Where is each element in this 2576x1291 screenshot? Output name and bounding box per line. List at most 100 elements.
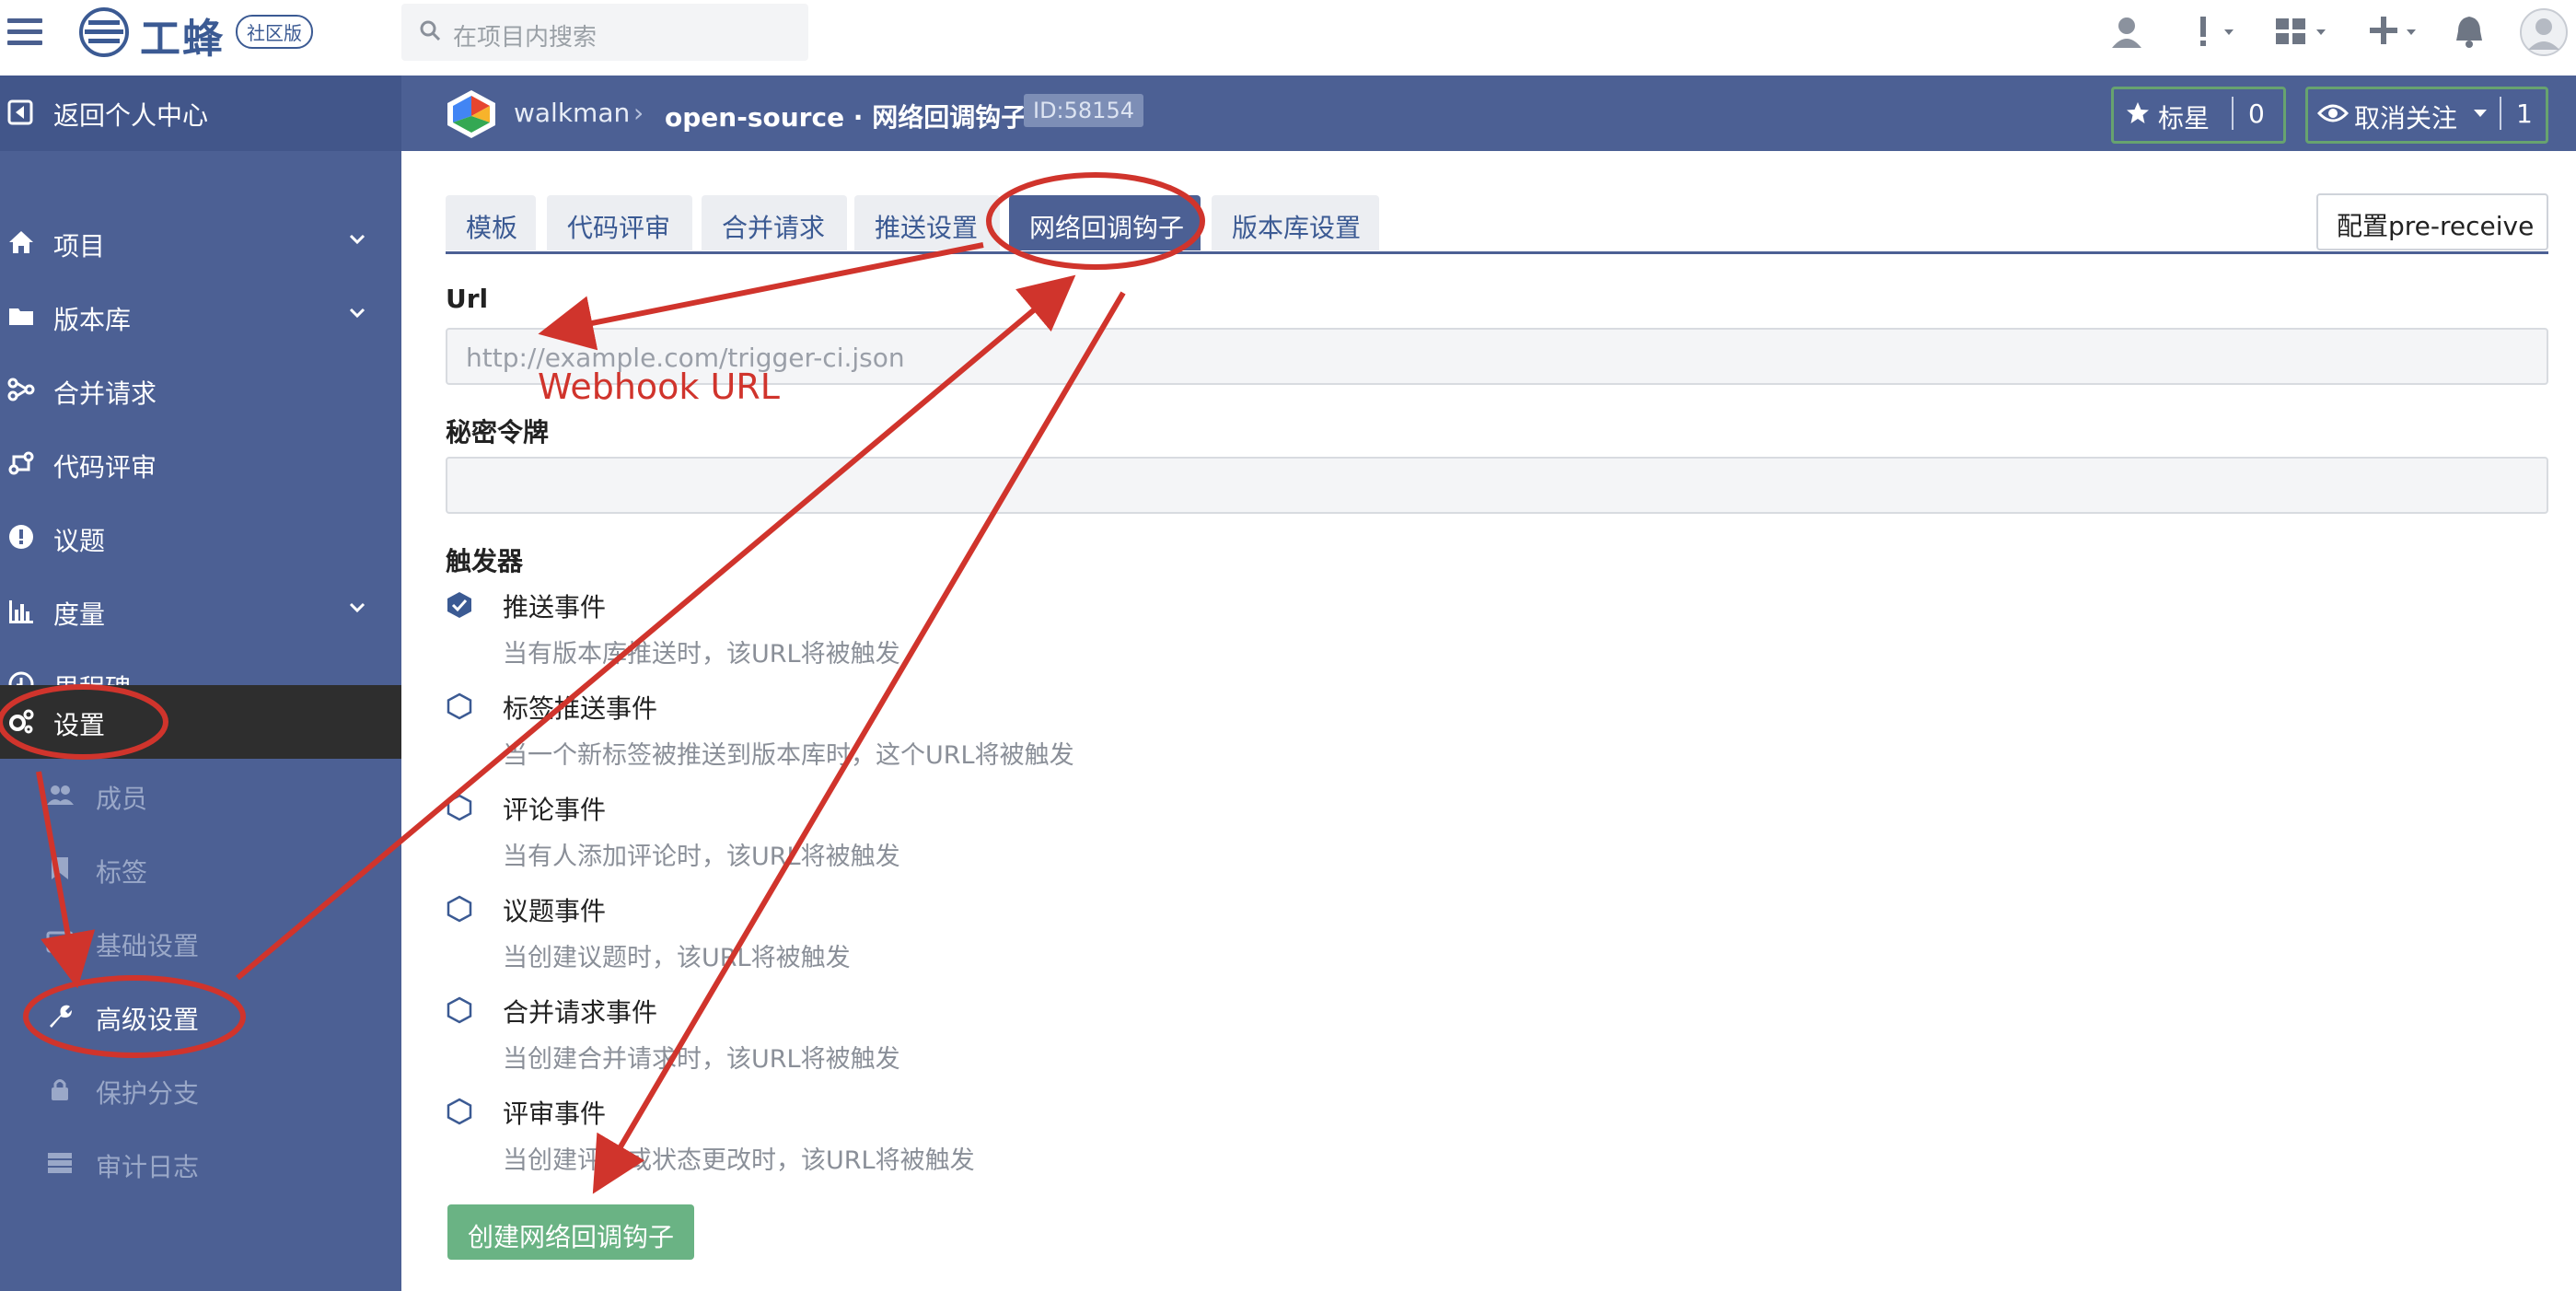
unchecked-checkbox-icon[interactable] — [446, 895, 473, 923]
sidebar-item-metrics[interactable]: 度量 — [0, 575, 401, 648]
unchecked-checkbox-icon[interactable] — [446, 1098, 473, 1125]
sidebar-subitem-tags[interactable]: 标签 — [0, 832, 401, 906]
caret-down-icon — [2474, 110, 2487, 117]
arrow-tab-to-url — [538, 242, 984, 351]
trigger-description: 当创建合并请求时，该URL将被触发 — [503, 1045, 900, 1074]
sidebar-item-label: 议题 — [53, 526, 106, 556]
back-to-personal-center[interactable]: 返回个人中心 — [0, 76, 401, 151]
trigger-review-events[interactable]: 评审事件 当创建评论或状态更改时，该URL将被触发 — [446, 1092, 2287, 1184]
search-input[interactable]: 在项目内搜索 — [401, 4, 808, 61]
star-count: 0 — [2248, 99, 2265, 129]
pre-receive-label: 配置pre-receive — [2337, 211, 2535, 241]
sidebar-subitem-label: 高级设置 — [96, 1005, 200, 1035]
tab-label: 代码评审 — [567, 213, 671, 243]
trigger-name: 推送事件 — [503, 592, 607, 622]
sidebar-item-label: 项目 — [53, 231, 106, 262]
tab-push-settings[interactable]: 推送设置 — [854, 195, 1000, 250]
avatar[interactable] — [2519, 7, 2569, 57]
watch-button[interactable]: 取消关注 1 — [2305, 87, 2548, 144]
star-label: 标星 — [2158, 103, 2210, 134]
edition-badge: 社区版 — [236, 15, 313, 49]
unchecked-checkbox-icon[interactable] — [446, 996, 473, 1024]
tab-label: 版本库设置 — [1232, 213, 1362, 243]
sidebar-item-issues[interactable]: 议题 — [0, 501, 401, 575]
apps-icon[interactable] — [2274, 13, 2333, 50]
sidebar-subitem-advanced-settings[interactable]: 高级设置 — [0, 980, 401, 1053]
secret-token-input[interactable] — [446, 457, 2548, 514]
bell-icon[interactable] — [2453, 13, 2486, 50]
star-button[interactable]: 标星 0 — [2111, 87, 2286, 144]
tab-repository-settings[interactable]: 版本库设置 — [1212, 195, 1379, 250]
trigger-description: 当创建评论或状态更改时，该URL将被触发 — [503, 1146, 975, 1175]
sidebar-subitem-protected-branches[interactable]: 保护分支 — [0, 1053, 401, 1127]
checked-checkbox-icon[interactable] — [446, 591, 473, 619]
trigger-comment-events[interactable]: 评论事件 当有人添加评论时，该URL将被触发 — [446, 788, 2287, 880]
sidebar-item-settings[interactable]: 设置 — [0, 685, 401, 759]
sidebar: 返回个人中心 项目 版本库 合并请求 代码评审 议题 度量 里程碑 设置 成员 — [0, 76, 401, 1291]
tab-label: 推送设置 — [875, 213, 979, 243]
gears-icon — [9, 709, 34, 734]
trigger-name: 评审事件 — [503, 1099, 607, 1129]
create-webhook-button[interactable]: 创建网络回调钩子 — [447, 1204, 694, 1260]
eye-icon — [2317, 104, 2349, 122]
sidebar-item-merge-requests[interactable]: 合并请求 — [0, 354, 401, 427]
url-label: Url — [446, 284, 489, 314]
sidebar-item-label: 度量 — [53, 599, 106, 630]
create-webhook-label: 创建网络回调钩子 — [468, 1222, 675, 1252]
sidebar-subitem-members[interactable]: 成员 — [0, 759, 401, 832]
trigger-tag-push-events[interactable]: 标签推送事件 当一个新标签被推送到版本库时，这个URL将被触发 — [446, 687, 2287, 779]
trigger-push-events[interactable]: 推送事件 当有版本库推送时，该URL将被触发 — [446, 586, 2287, 678]
breadcrumb-user[interactable]: walkman — [514, 98, 630, 128]
gongfeng-logo — [79, 7, 129, 57]
tab-label: 合并请求 — [722, 213, 826, 243]
plus-icon[interactable] — [2370, 13, 2423, 50]
trigger-description: 当有版本库推送时，该URL将被触发 — [503, 640, 900, 669]
trigger-name: 评论事件 — [503, 795, 607, 825]
breadcrumb-project[interactable]: open-source · 网络回调钩子 — [665, 98, 1027, 134]
hamburger-menu-icon[interactable] — [7, 18, 42, 46]
sidebar-item-label: 合并请求 — [53, 378, 157, 409]
brand-name: 工蜂 — [140, 16, 225, 63]
sidebar-subitem-label: 保护分支 — [96, 1078, 200, 1109]
merge-icon — [7, 378, 35, 401]
trigger-label: 触发器 — [446, 546, 524, 576]
chevron-down-icon — [349, 602, 366, 613]
sidebar-item-label: 代码评审 — [53, 452, 157, 483]
unchecked-checkbox-icon[interactable] — [446, 794, 473, 821]
tab-templates[interactable]: 模板 — [446, 195, 536, 250]
search-placeholder: 在项目内搜索 — [453, 24, 598, 52]
sidebar-item-label: 版本库 — [53, 305, 132, 335]
webhook-url-annotation: Webhook URL — [538, 366, 780, 407]
sidebar-item-projects[interactable]: 项目 — [0, 206, 401, 280]
sidebar-subitem-audit-log[interactable]: 审计日志 — [0, 1127, 401, 1201]
watch-label: 取消关注 — [2354, 103, 2458, 134]
configure-pre-receive-button[interactable]: 配置pre-receive — [2316, 193, 2548, 250]
trigger-merge-request-events[interactable]: 合并请求事件 当创建合并请求时，该URL将被触发 — [446, 991, 2287, 1083]
alert-icon[interactable] — [2191, 13, 2243, 50]
secret-token-label: 秘密令牌 — [446, 417, 550, 448]
sidebar-item-repository[interactable]: 版本库 — [0, 280, 401, 354]
button-divider — [2500, 97, 2501, 130]
trigger-name: 标签推送事件 — [503, 693, 658, 724]
sidebar-subitem-label: 成员 — [96, 784, 148, 814]
home-icon — [9, 231, 33, 253]
trigger-description: 当一个新标签被推送到版本库时，这个URL将被触发 — [503, 741, 1074, 770]
back-icon — [7, 99, 33, 125]
chevron-down-icon — [349, 234, 366, 245]
back-label: 返回个人中心 — [53, 100, 209, 131]
tab-code-review[interactable]: 代码评审 — [547, 195, 692, 250]
star-icon — [2127, 102, 2149, 123]
sidebar-subitem-label: 标签 — [96, 857, 148, 888]
bookmark-icon — [52, 857, 68, 879]
wrench-icon — [50, 1005, 72, 1028]
log-icon — [48, 1153, 72, 1173]
tab-webhooks[interactable]: 网络回调钩子 — [1009, 195, 1201, 250]
unchecked-checkbox-icon[interactable] — [446, 692, 473, 720]
sidebar-item-code-review[interactable]: 代码评审 — [0, 427, 401, 501]
folder-icon — [9, 308, 33, 325]
sidebar-subitem-basic-settings[interactable]: 基础设置 — [0, 906, 401, 980]
trigger-issue-events[interactable]: 议题事件 当创建议题时，该URL将被触发 — [446, 890, 2287, 982]
sidebar-subitem-label: 基础设置 — [96, 931, 200, 961]
tab-merge-requests[interactable]: 合并请求 — [702, 195, 847, 250]
user-icon[interactable] — [2108, 13, 2145, 50]
